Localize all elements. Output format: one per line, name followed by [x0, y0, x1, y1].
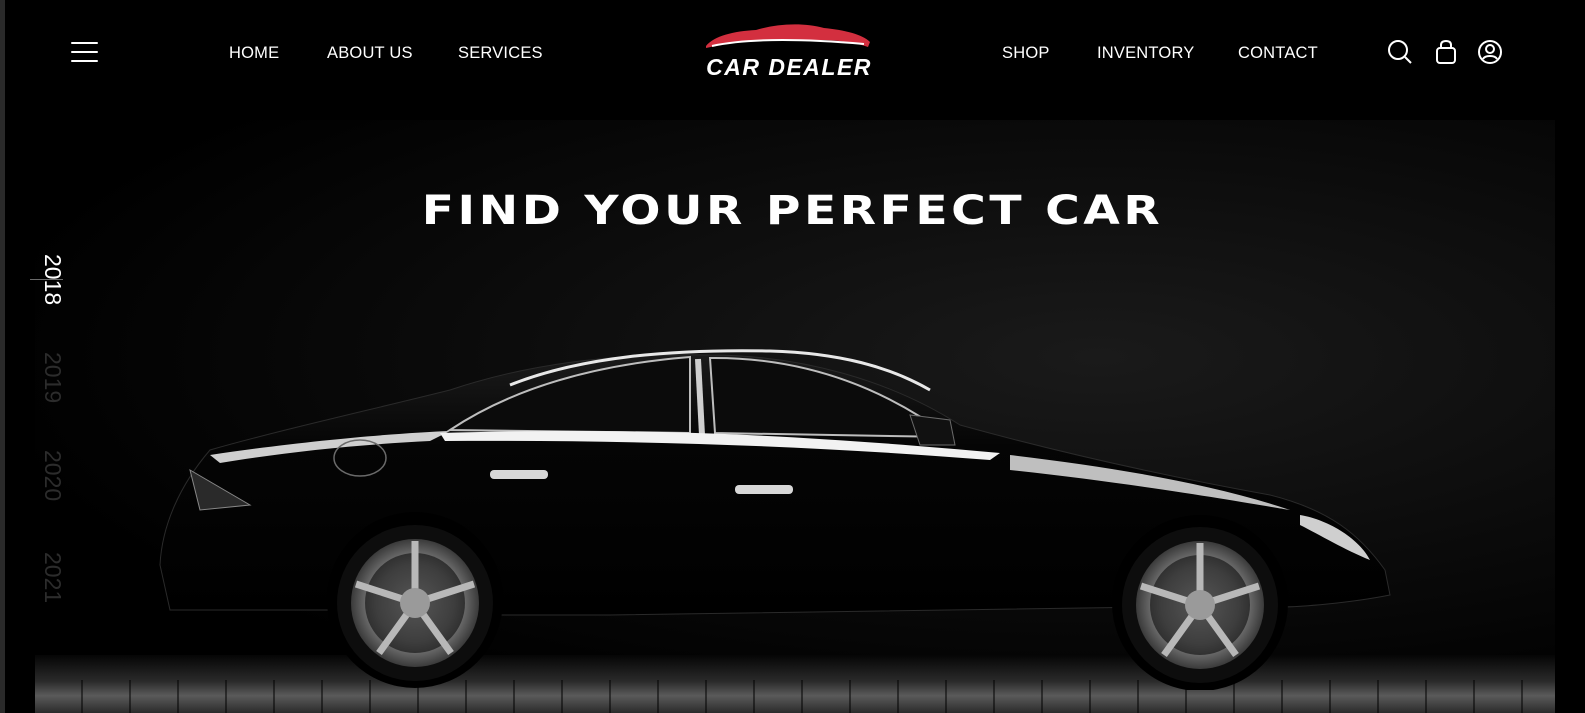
menu-icon[interactable]	[71, 42, 99, 64]
car-logo-icon	[706, 24, 870, 48]
logo-text: CAR DEALER	[706, 54, 872, 80]
year-2021[interactable]: 2021	[39, 552, 66, 603]
top-navigation: HOME ABOUT US SERVICES CAR DEALER SHOP I…	[0, 0, 1585, 110]
hero-title: FIND YOUR PERFECT CAR	[421, 188, 1164, 234]
nav-services[interactable]: SERVICES	[458, 44, 543, 63]
shopping-bag-icon[interactable]	[1432, 38, 1460, 66]
nav-inventory[interactable]: INVENTORY	[1097, 44, 1194, 63]
nav-about-us[interactable]: ABOUT US	[327, 44, 413, 63]
search-icon[interactable]	[1386, 38, 1414, 66]
nav-shop[interactable]: SHOP	[1002, 44, 1050, 63]
year-2020[interactable]: 2020	[39, 450, 66, 501]
user-icon[interactable]	[1476, 38, 1504, 66]
year-2018[interactable]: 2018	[39, 254, 66, 305]
logo[interactable]: CAR DEALER	[704, 20, 874, 82]
nav-home[interactable]: HOME	[229, 44, 279, 63]
page: HOME ABOUT US SERVICES CAR DEALER SHOP I…	[0, 0, 1585, 713]
year-2019[interactable]: 2019	[39, 352, 66, 403]
car-image	[159, 349, 1391, 690]
nav-contact[interactable]: CONTACT	[1238, 44, 1318, 63]
